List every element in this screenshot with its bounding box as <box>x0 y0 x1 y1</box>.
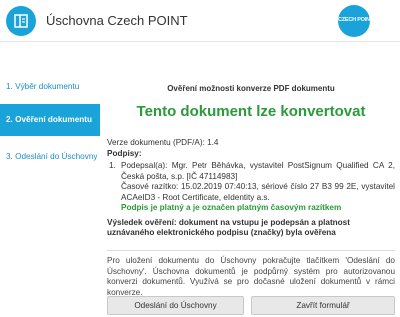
app-title: Úschovna Czech POINT <box>46 13 188 28</box>
page-subtitle: Ověření možnosti konverze PDF dokumentu <box>167 84 335 93</box>
signature-item: 1. Podepsal(a): Mgr. Petr Běhávka, vysta… <box>107 161 395 214</box>
signatures-label: Podpisy: <box>107 148 142 158</box>
divider <box>107 250 395 251</box>
sidebar-item-select-document[interactable]: 1. Výběr dokumentu <box>0 72 100 102</box>
send-to-storage-button[interactable]: Odeslání do Úschovny <box>107 296 244 315</box>
signature-status: Podpis je platný a je označen platným ča… <box>121 203 342 212</box>
sidebar: 1. Výběr dokumentu 2. Ověření dokumentu … <box>0 72 100 172</box>
main-header: Ověření možnosti konverze PDF dokumentu … <box>107 84 395 130</box>
czech-point-logo: CZECH POINT <box>338 5 374 37</box>
header: Úschovna Czech POINT CZECH POINT <box>0 0 400 42</box>
result-title: Tento dokument lze konvertovat <box>136 103 366 120</box>
signature-number: 1. <box>109 161 116 170</box>
document-version: Verze dokumentu (PDF/A): 1.4 <box>107 138 219 147</box>
signature-timestamp: Časové razítko: 15.02.2019 07:40:13, sér… <box>121 182 395 202</box>
document-icon <box>6 6 36 36</box>
sidebar-item-send-to-storage[interactable]: 3. Odeslání do Úschovny <box>0 142 100 172</box>
brand-text: CZECH POINT <box>338 17 374 23</box>
close-form-button[interactable]: Zavřít formulář <box>251 296 395 315</box>
verification-details: Verze dokumentu (PDF/A): 1.4 Podpisy: 1.… <box>107 138 395 239</box>
verification-result: Výsledek ověření: dokument na vstupu je … <box>107 217 350 238</box>
sidebar-item-verify-document[interactable]: 2. Ověření dokumentu <box>0 104 100 136</box>
info-text: Pro uložení dokumentu do Úschovny pokrač… <box>107 256 395 297</box>
signature-signer: Podepsal(a): Mgr. Petr Běhávka, vystavit… <box>121 161 395 181</box>
